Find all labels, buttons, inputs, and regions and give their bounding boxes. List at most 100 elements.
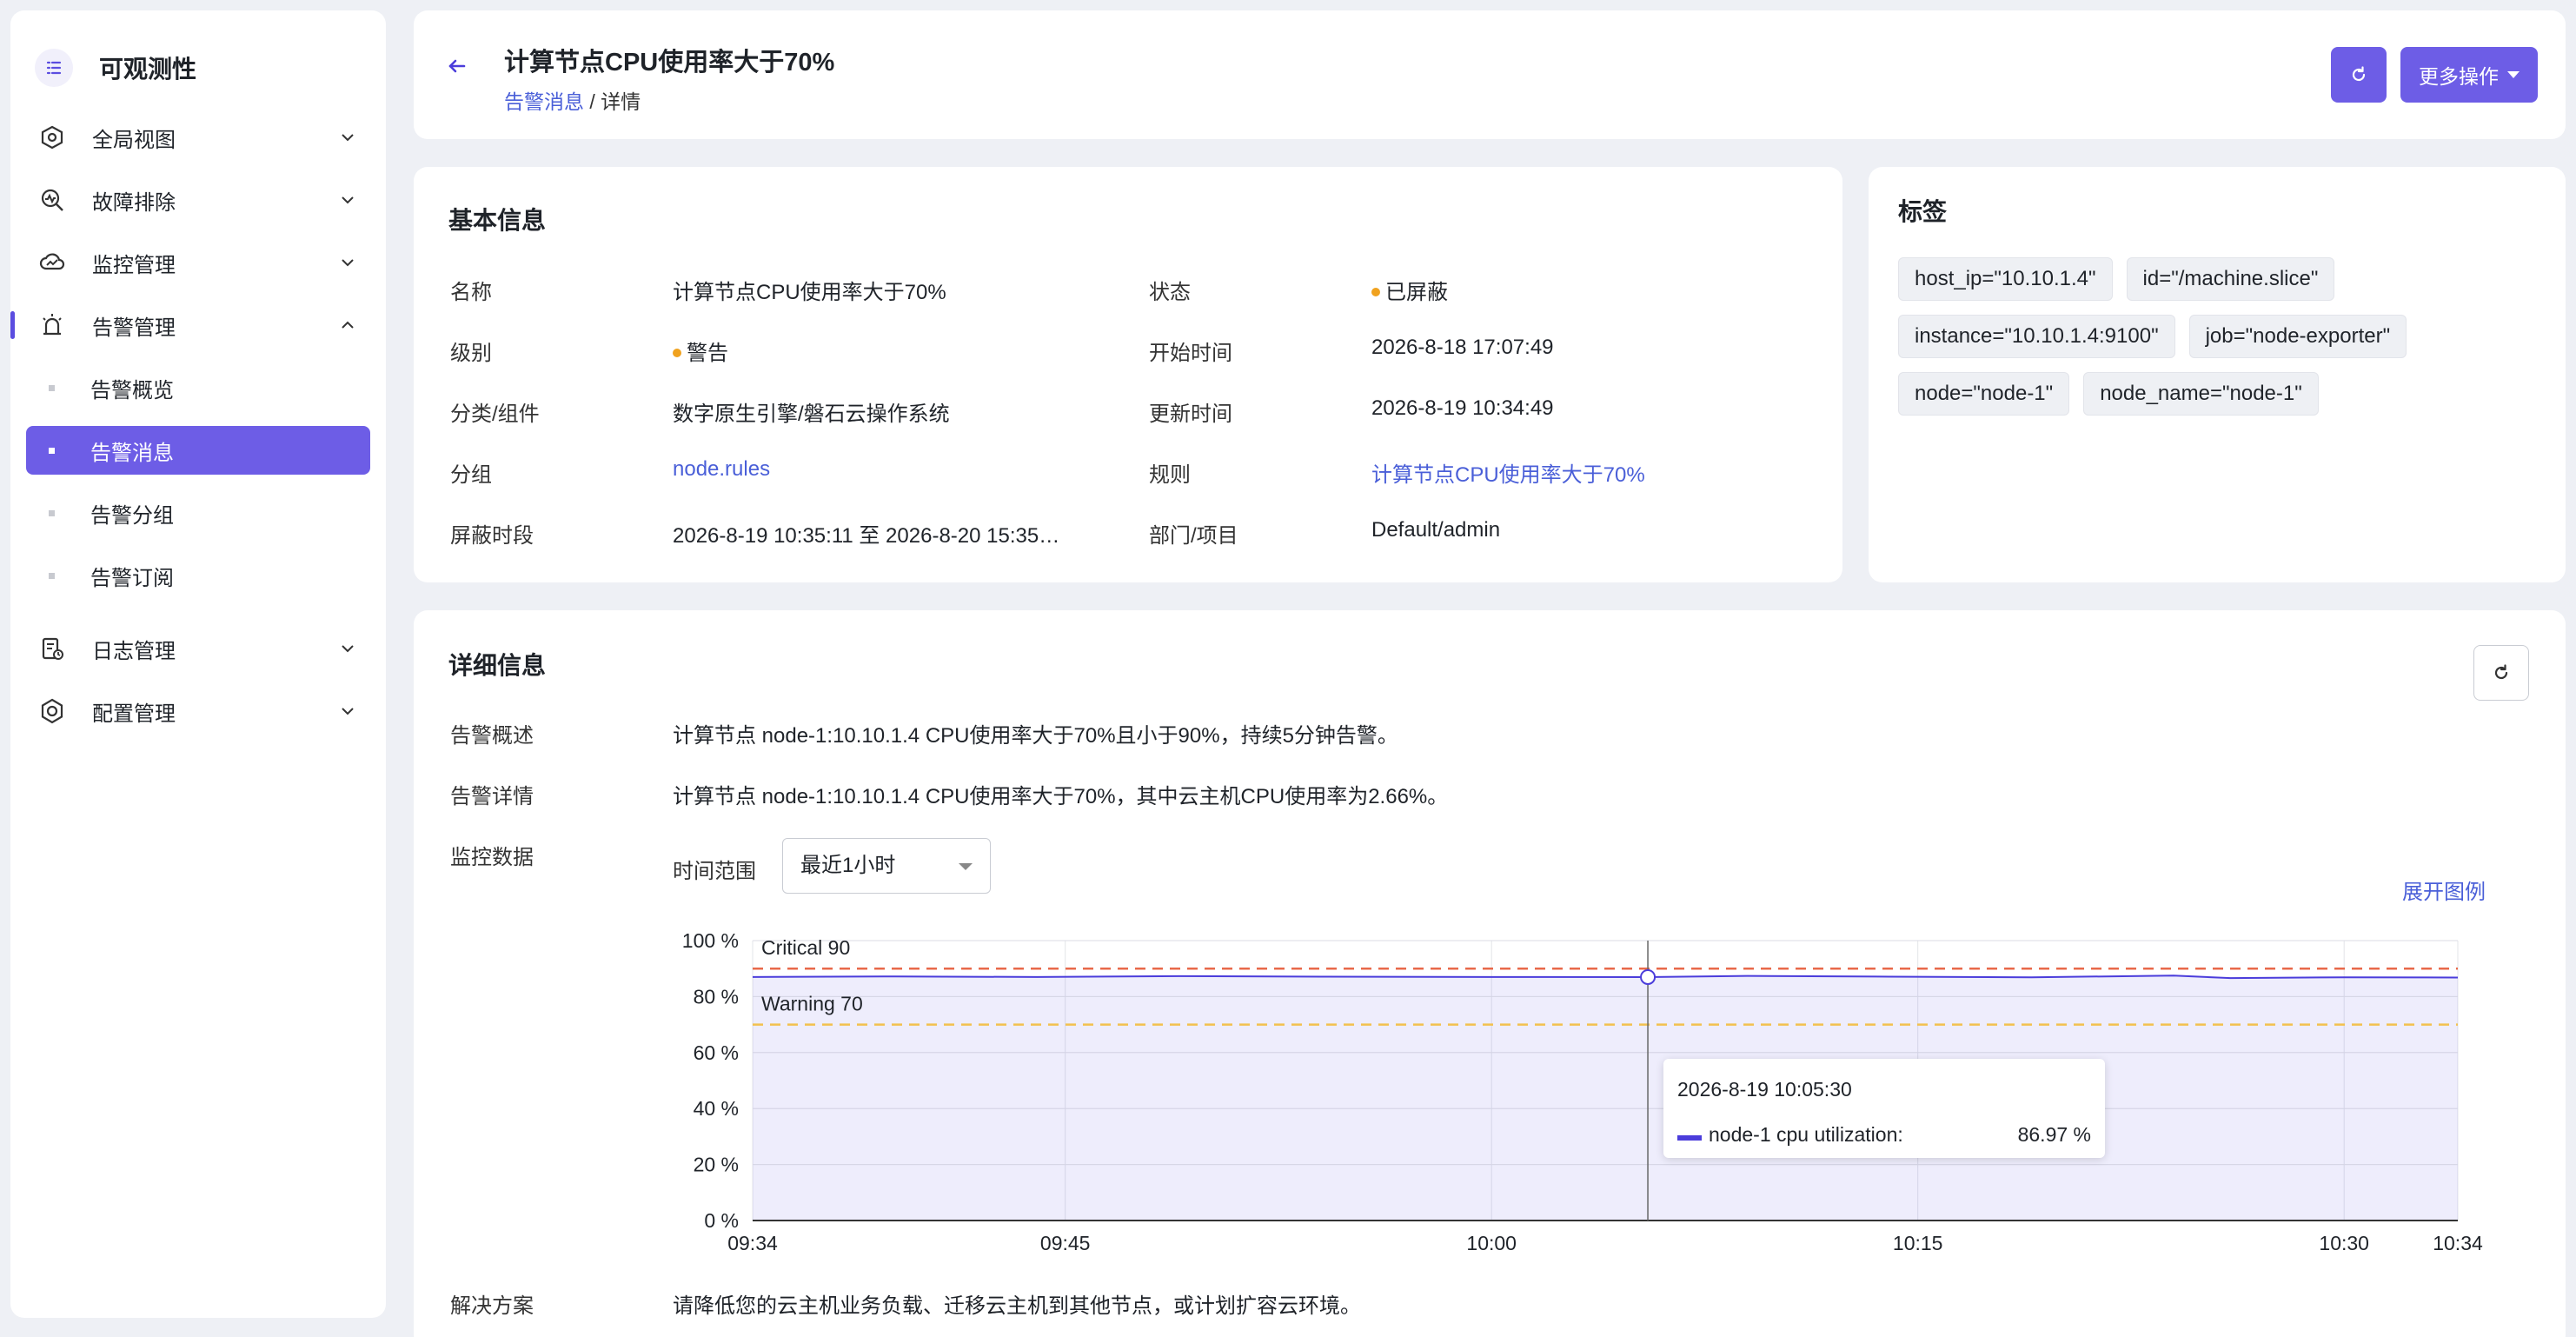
solution-label: 解决方案 [450, 1294, 534, 1318]
monitor-label: 监控数据 [450, 846, 534, 869]
arrow-left-icon [448, 59, 466, 73]
info-value-status: 已屏蔽 [1371, 275, 1448, 305]
info-value-start-time: 2026-8-18 17:07:49 [1371, 336, 1554, 359]
info-label-mute-period: 屏蔽时段 [450, 524, 534, 548]
brand: 可观测性 [35, 42, 196, 94]
detail-title: 详细信息 [448, 652, 547, 679]
rule-link[interactable]: 计算节点CPU使用率大于70% [1371, 457, 1645, 488]
chevron-up-icon [342, 321, 354, 329]
sidebar-item-label: 全局视图 [92, 128, 176, 152]
info-label-level: 级别 [450, 342, 492, 365]
sidebar-subitem-alert-messages[interactable]: 告警消息 [26, 426, 370, 475]
sidebar-item-global-view[interactable]: 全局视图 [10, 106, 386, 169]
detail-label: 告警详情 [450, 785, 534, 808]
hexagon-icon [38, 123, 66, 151]
chevron-down-icon [342, 134, 354, 142]
info-label-status: 状态 [1149, 281, 1191, 304]
sidebar-subitem-label: 告警分组 [90, 503, 174, 528]
solution-text: 请降低您的云主机业务负载、迁移云主机到其他节点，或计划扩容云环境。 [673, 1294, 1361, 1318]
x-tick-label: 10:00 [1466, 1232, 1517, 1254]
sidebar-item-label: 告警管理 [92, 316, 176, 340]
tag-chip: host_ip="10.10.1.4" [1898, 257, 2113, 301]
time-range-label: 时间范围 [673, 860, 756, 883]
info-label-category: 分类/组件 [450, 402, 540, 426]
sidebar-subitem-label: 告警概览 [90, 378, 174, 402]
warning-dot-icon [673, 348, 681, 357]
page-header: 计算节点CPU使用率大于70% 告警消息 / 详情 更多操作 [414, 10, 2566, 139]
sidebar-item-label: 日志管理 [92, 639, 176, 663]
info-value-mute-period: 2026-8-19 10:35:11 至 2026-8-20 15:35… [673, 524, 1060, 548]
info-label-start-time: 开始时间 [1149, 342, 1232, 365]
refresh-button[interactable] [2331, 47, 2387, 103]
sidebar-item-troubleshooting[interactable]: 故障排除 [10, 169, 386, 231]
info-value-name: 计算节点CPU使用率大于70% [673, 281, 946, 304]
sidebar-item-settings[interactable]: 配置管理 [10, 680, 386, 742]
summary-text: 计算节点 node-1:10.10.1.4 CPU使用率大于70%且小于90%，… [673, 724, 1398, 748]
level-text: 警告 [687, 342, 728, 365]
menu-icon[interactable] [35, 49, 73, 87]
sidebar-item-alerts[interactable]: 告警管理 [10, 294, 386, 356]
sidebar-item-logs[interactable]: 日志管理 [10, 617, 386, 680]
plot-background [753, 941, 2458, 1221]
bullet-icon [49, 385, 55, 391]
info-value-category: 数字原生引擎/磐石云操作系统 [673, 402, 950, 426]
hover-point-marker [1640, 968, 1656, 985]
page-title: 计算节点CPU使用率大于70% [504, 49, 835, 76]
info-label-group: 分组 [450, 463, 492, 487]
basic-info-card: 基本信息 名称 计算节点CPU使用率大于70% 级别 警告 分类/组件 数字原生… [414, 167, 1842, 582]
more-actions-button[interactable]: 更多操作 [2400, 47, 2538, 103]
y-tick-label: 40 % [694, 1097, 739, 1120]
info-value-update-time: 2026-8-19 10:34:49 [1371, 396, 1554, 420]
x-tick-label: 09:45 [1040, 1232, 1091, 1254]
sidebar-nav: 全局视图 故障排除 监控管理 告警管理 告警概览 告警消息 告警分组 告警订阅 … [10, 106, 386, 742]
info-value-level: 警告 [673, 336, 728, 366]
more-actions-label: 更多操作 [2419, 65, 2499, 88]
chevron-down-icon [342, 708, 354, 715]
detail-text: 计算节点 node-1:10.10.1.4 CPU使用率大于70%，其中云主机C… [673, 785, 1449, 808]
status-dot-icon [1371, 287, 1380, 296]
tag-chip: node_name="node-1" [2083, 372, 2319, 416]
breadcrumb-link-alert-messages[interactable]: 告警消息 [504, 90, 584, 113]
back-button[interactable] [440, 49, 475, 83]
time-range-select[interactable]: 最近1小时 [782, 838, 991, 894]
status-text: 已屏蔽 [1385, 281, 1448, 304]
sidebar-subitem-alert-groups[interactable]: 告警分组 [10, 482, 386, 544]
threshold-label: Warning 70 [761, 993, 863, 1015]
refresh-icon [2352, 66, 2366, 82]
x-tick-label: 09:34 [727, 1232, 778, 1254]
tooltip-series-value: 86.97 % [2017, 1123, 2091, 1146]
sidebar: 可观测性 全局视图 故障排除 监控管理 告警管理 告警概览 告警消息 告警分组 … [10, 10, 386, 1318]
info-value-project: Default/admin [1371, 518, 1501, 542]
refresh-icon [2494, 664, 2508, 680]
sidebar-subitem-alert-overview[interactable]: 告警概览 [10, 356, 386, 419]
bullet-icon [49, 573, 55, 579]
log-icon [38, 635, 66, 662]
caret-down-icon [2507, 71, 2520, 78]
time-range-value: 最近1小时 [800, 854, 896, 877]
y-tick-label: 80 % [694, 985, 739, 1008]
sidebar-subitem-alert-subscriptions[interactable]: 告警订阅 [10, 544, 386, 607]
gear-icon [38, 697, 66, 725]
app-title: 可观测性 [99, 56, 197, 83]
group-link[interactable]: node.rules [673, 457, 770, 482]
tooltip-time: 2026-8-19 10:05:30 [1677, 1078, 1852, 1101]
tags-card: 标签 host_ip="10.10.1.4" id="/machine.slic… [1869, 167, 2566, 582]
caret-down-icon [959, 863, 973, 870]
sidebar-item-label: 配置管理 [92, 702, 176, 726]
chevron-down-icon [342, 259, 354, 267]
expand-legend-link[interactable]: 展开图例 [2402, 875, 2486, 905]
diagnosis-icon [38, 186, 66, 214]
chart-tooltip: 2026-8-19 10:05:30 node-1 cpu utilizatio… [1663, 1059, 2105, 1158]
detail-refresh-button[interactable] [2473, 645, 2529, 701]
sidebar-item-monitoring[interactable]: 监控管理 [10, 231, 386, 294]
sidebar-subitem-label: 告警订阅 [90, 566, 174, 590]
y-tick-label: 20 % [694, 1154, 739, 1176]
breadcrumb-separator: / [589, 90, 595, 113]
info-label-project: 部门/项目 [1149, 524, 1238, 548]
y-tick-label: 60 % [694, 1041, 739, 1064]
tooltip-series-swatch [1677, 1135, 1702, 1141]
series-area [753, 975, 2458, 1221]
detail-card: 详细信息 告警概述 计算节点 node-1:10.10.1.4 CPU使用率大于… [414, 610, 2566, 1337]
tag-chip: instance="10.10.1.4:9100" [1898, 315, 2175, 358]
bullet-icon [49, 448, 55, 454]
